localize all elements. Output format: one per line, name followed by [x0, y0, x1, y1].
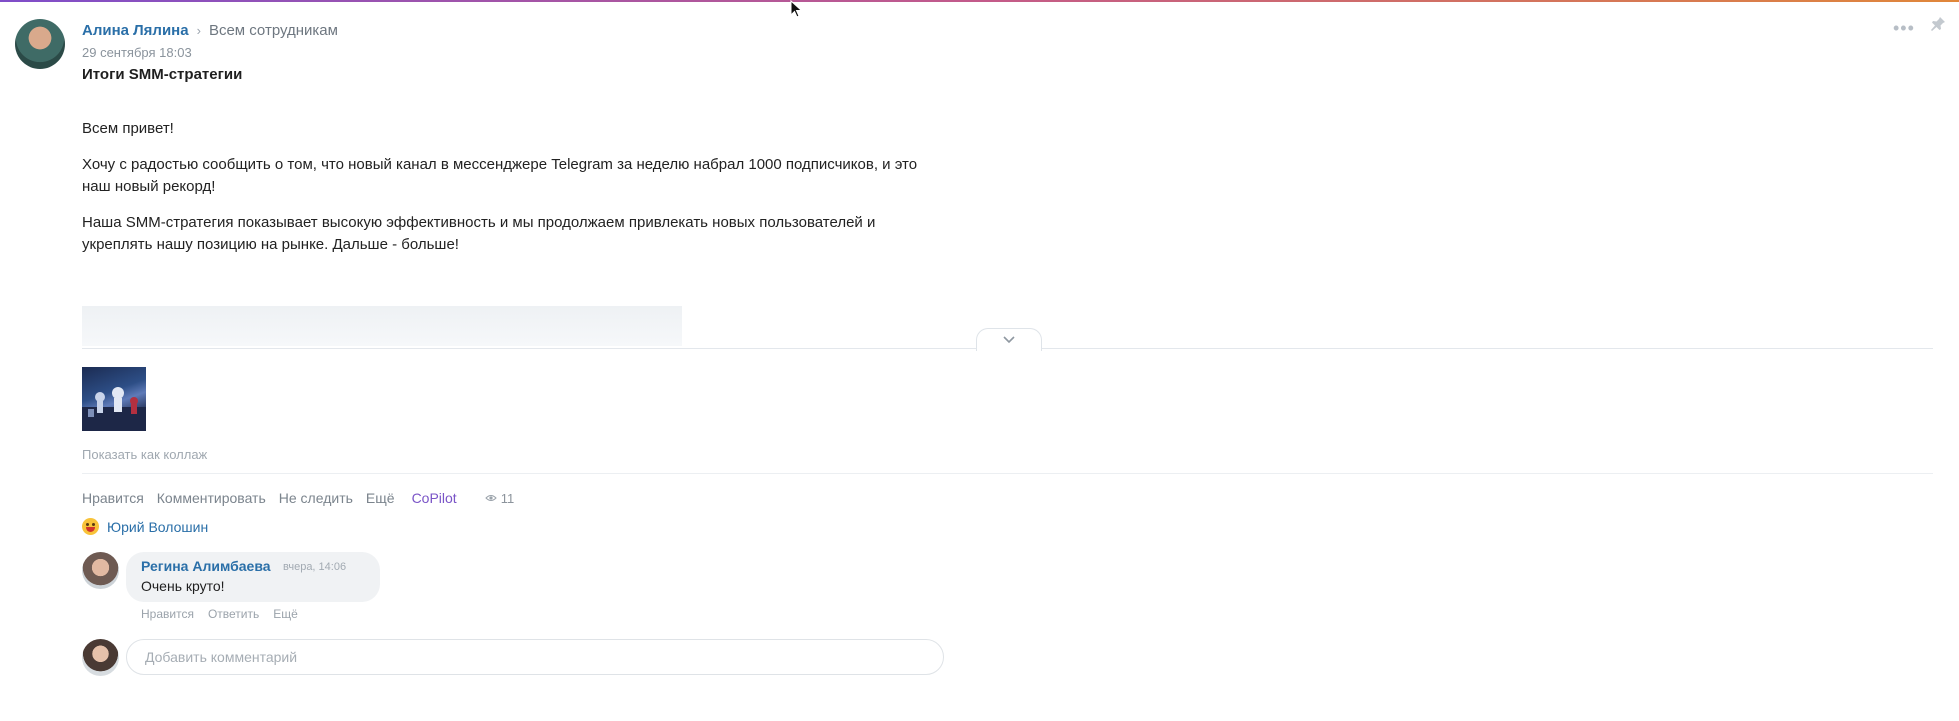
smile-emoji-icon — [82, 518, 99, 535]
more-options-icon[interactable]: ••• — [1893, 18, 1915, 39]
pin-icon[interactable] — [1930, 16, 1946, 32]
views-counter[interactable]: 11 — [484, 490, 528, 506]
unfollow-button[interactable]: Не следить — [279, 490, 353, 506]
post-title: Итоги SMM-стратегии — [82, 66, 243, 83]
commenter-avatar[interactable] — [82, 552, 119, 589]
eye-icon — [484, 495, 497, 501]
post-body: Всем привет! Хочу с радостью сообщить о … — [82, 118, 942, 270]
likes-row: Юрий Волошин — [82, 518, 208, 535]
post-paragraph: Наша SMM-стратегия показывает высокую эф… — [82, 214, 876, 253]
comment-more-button[interactable]: Ещё — [273, 607, 298, 621]
post-date[interactable]: 29 сентября 18:03 — [82, 45, 192, 60]
comment-button[interactable]: Комментировать — [157, 490, 266, 506]
copilot-button[interactable]: CoPilot — [412, 490, 457, 506]
chevron-down-icon — [1003, 336, 1015, 344]
add-comment-input[interactable] — [126, 639, 944, 675]
comment-time[interactable]: вчера, 14:06 — [283, 561, 346, 573]
content-fade-overlay — [82, 306, 682, 346]
comment-author-link[interactable]: Регина Алимбаева — [141, 558, 271, 574]
like-button[interactable]: Нравится — [82, 490, 144, 506]
post-paragraph: Хочу с радостью сообщить о том, что новы… — [82, 156, 918, 195]
divider — [82, 473, 1933, 474]
current-user-avatar — [82, 639, 119, 676]
liker-name-link[interactable]: Юрий Волошин — [107, 519, 208, 535]
post-header: Алина Лялина › Всем сотрудникам — [82, 22, 338, 39]
show-as-collage-link[interactable]: Показать как коллаж — [82, 447, 207, 462]
chess-image-icon — [82, 387, 146, 431]
comment-actions: Нравится Ответить Ещё — [141, 607, 298, 621]
recipients-link[interactable]: Всем сотрудникам — [209, 22, 338, 39]
comment-reply-button[interactable]: Ответить — [208, 607, 259, 621]
comment-like-button[interactable]: Нравится — [141, 607, 194, 621]
expand-post-button[interactable] — [976, 328, 1042, 351]
author-avatar[interactable] — [15, 19, 65, 69]
more-button[interactable]: Ещё — [366, 490, 395, 506]
feed-post: Алина Лялина › Всем сотрудникам 29 сентя… — [0, 0, 1959, 721]
chevron-right-icon: › — [196, 23, 201, 38]
post-actions: Нравится Комментировать Не следить Ещё C… — [82, 490, 527, 506]
post-paragraph: Всем привет! — [82, 120, 174, 137]
views-count: 11 — [500, 490, 515, 506]
attached-image-thumbnail[interactable] — [82, 367, 146, 431]
author-name-link[interactable]: Алина Лялина — [82, 22, 189, 39]
comment-text: Очень круто! — [141, 578, 225, 594]
